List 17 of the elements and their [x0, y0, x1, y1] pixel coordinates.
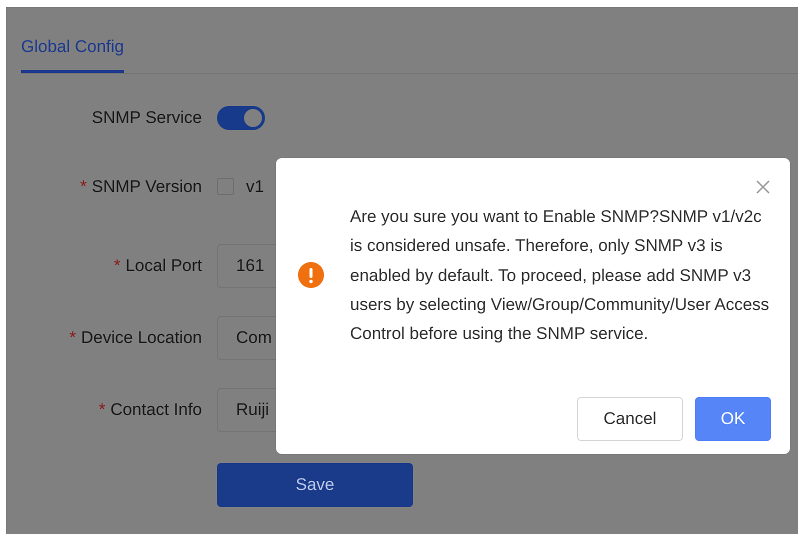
field-label: Local Port — [125, 254, 202, 277]
field-label: SNMP Service — [92, 106, 202, 129]
required-mark: * — [80, 176, 87, 198]
toggle-switch[interactable] — [217, 106, 265, 130]
field-label: Device Location — [81, 326, 202, 349]
close-icon[interactable] — [756, 180, 770, 194]
required-mark: * — [69, 326, 76, 349]
warning-icon — [298, 262, 324, 288]
ok-button[interactable]: OK — [695, 397, 771, 441]
field-label: SNMP Version — [92, 176, 202, 198]
dialog-message: Are you sure you want to Enable SNMP?SNMP v1/v2c is considered unsafe. Therefore, only SNMP v3 is enabled by default. To proceed, please add SNMP v3 users by selecting View/Group/Community/User Access Control before using the SNMP service. — [350, 206, 770, 346]
save-button[interactable]: Save — [217, 462, 413, 506]
checkbox-label: v1 — [246, 176, 264, 198]
required-mark: * — [98, 398, 106, 421]
field-label: Contact Info — [110, 398, 202, 421]
cancel-button[interactable]: Cancel — [577, 397, 683, 441]
required-mark: * — [114, 254, 120, 277]
